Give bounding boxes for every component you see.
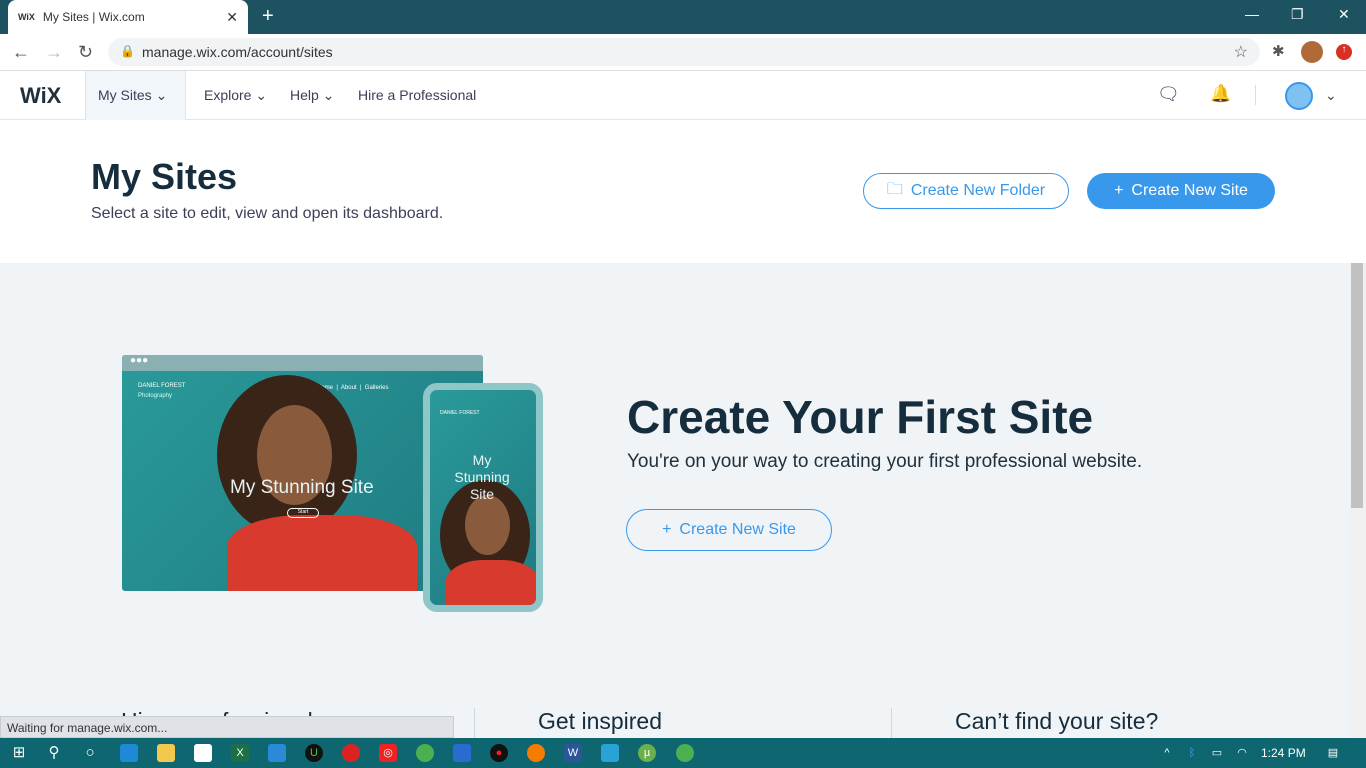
plus-icon: + bbox=[662, 521, 672, 538]
button-label: Create New Site bbox=[1131, 182, 1248, 199]
plus-icon: + bbox=[1114, 182, 1124, 199]
restore-icon[interactable]: ❐ bbox=[1291, 6, 1304, 23]
windows-start-icon[interactable]: ⊞ bbox=[10, 744, 28, 762]
reload-icon[interactable]: ↻ bbox=[78, 42, 93, 63]
wix-logo[interactable]: WiX bbox=[20, 83, 61, 109]
battery-icon[interactable]: ▭ bbox=[1208, 744, 1226, 762]
tray-chevron-icon[interactable]: ^ bbox=[1158, 744, 1176, 762]
lock-icon: 🔒 bbox=[120, 44, 135, 58]
close-window-icon[interactable]: ✕ bbox=[1338, 6, 1350, 23]
new-tab-icon[interactable]: + bbox=[262, 5, 274, 28]
scrollbar[interactable] bbox=[1349, 263, 1366, 738]
firefox-icon[interactable] bbox=[527, 744, 545, 762]
nav-label: My Sites bbox=[98, 87, 152, 103]
nav-help[interactable]: Help ⌄ bbox=[290, 87, 334, 104]
nav-explore[interactable]: Explore ⌄ bbox=[204, 87, 267, 104]
browser-tab-strip: WiX My Sites | Wix.com ✕ + — ❐ ✕ bbox=[0, 0, 1366, 34]
bell-icon[interactable]: 🔔 bbox=[1210, 84, 1231, 104]
browser-tab[interactable]: WiX My Sites | Wix.com ✕ bbox=[8, 0, 248, 34]
recorder-icon[interactable]: ● bbox=[490, 744, 508, 762]
create-folder-button[interactable]: 🗀 Create New Folder bbox=[863, 173, 1069, 209]
chrome-active-icon[interactable] bbox=[676, 744, 694, 762]
scrollbar-thumb[interactable] bbox=[1351, 263, 1363, 508]
utorrent-icon[interactable]: µ bbox=[638, 744, 656, 762]
red-jacket bbox=[227, 515, 417, 591]
address-bar-row: ← → ↻ 🔒 manage.wix.com/account/sites ☆ ✱… bbox=[0, 34, 1366, 71]
button-label: Create New Folder bbox=[910, 182, 1046, 199]
back-icon[interactable]: ← bbox=[12, 42, 30, 63]
page-subtitle: Select a site to edit, view and open its… bbox=[91, 205, 444, 222]
browser-status-bubble: Waiting for manage.wix.com... bbox=[0, 716, 454, 738]
wix-favicon: WiX bbox=[18, 12, 35, 22]
opera-icon[interactable] bbox=[342, 744, 360, 762]
hero-title: Create Your First Site bbox=[627, 391, 1094, 443]
clock[interactable]: 1:24 PM bbox=[1261, 746, 1306, 760]
divider bbox=[474, 708, 475, 738]
nav-my-sites[interactable]: My Sites ⌄ bbox=[85, 71, 186, 120]
divider bbox=[1255, 85, 1256, 105]
excel-icon[interactable]: X bbox=[231, 744, 249, 762]
create-site-button[interactable]: + Create New Site bbox=[1087, 173, 1275, 209]
minimize-icon[interactable]: — bbox=[1245, 6, 1259, 22]
nav-label: Explore bbox=[204, 87, 252, 103]
tab-title: My Sites | Wix.com bbox=[42, 10, 145, 24]
edge-icon[interactable] bbox=[120, 744, 138, 762]
target-icon[interactable]: ◎ bbox=[379, 744, 397, 762]
windows-taskbar: ⊞ ⚲ ○ X U ◎ ● W µ ^ ᛒ ▭ ◠ 1:24 PM ▤ bbox=[0, 738, 1366, 768]
search-icon[interactable]: ⚲ bbox=[45, 744, 63, 762]
forward-icon[interactable]: → bbox=[45, 42, 63, 63]
phone-site-mockup: DANIEL FOREST My Stunning Site bbox=[423, 383, 543, 612]
red-jacket bbox=[445, 560, 536, 605]
page-title: My Sites bbox=[91, 156, 238, 197]
mock-brand: DANIEL FOREST bbox=[138, 383, 186, 389]
hero-subtitle: You're on your way to creating your firs… bbox=[627, 451, 1143, 472]
mock-brand-sub: Photography bbox=[138, 393, 173, 399]
nav-label: Help bbox=[290, 87, 319, 103]
folder-plus-icon: 🗀 bbox=[886, 180, 903, 198]
app-icon[interactable] bbox=[601, 744, 619, 762]
file-explorer-icon[interactable] bbox=[157, 744, 175, 762]
url-text: manage.wix.com/account/sites bbox=[142, 44, 333, 60]
cortana-icon[interactable]: ○ bbox=[81, 744, 99, 762]
mock-cta: Start bbox=[287, 508, 319, 518]
profile-avatar[interactable] bbox=[1301, 41, 1323, 63]
wix-top-nav: WiX My Sites ⌄ Explore ⌄ Help ⌄ Hire a P… bbox=[0, 71, 1366, 120]
mock-site-name: My Stunning Site bbox=[230, 477, 374, 498]
face bbox=[465, 495, 510, 555]
user-avatar[interactable] bbox=[1285, 82, 1313, 110]
mock-phone-site-name: My Stunning Site bbox=[454, 452, 510, 502]
update-icon[interactable]: ↑ bbox=[1336, 44, 1352, 60]
keyboard-icon[interactable] bbox=[453, 744, 471, 762]
mail-icon[interactable] bbox=[268, 744, 286, 762]
notifications-icon[interactable]: ▤ bbox=[1324, 744, 1342, 762]
extensions-icon[interactable]: ✱ bbox=[1272, 42, 1285, 60]
bluetooth-icon[interactable]: ᛒ bbox=[1183, 744, 1201, 762]
url-input[interactable]: 🔒 manage.wix.com/account/sites ☆ bbox=[108, 38, 1260, 66]
wifi-icon[interactable]: ◠ bbox=[1233, 744, 1251, 762]
nav-hire-professional[interactable]: Hire a Professional bbox=[358, 87, 476, 103]
hero-create-site-button[interactable]: + Create New Site bbox=[626, 509, 832, 551]
word-icon[interactable]: W bbox=[564, 744, 582, 762]
button-label: Create New Site bbox=[679, 521, 796, 538]
window-dots: ●●● bbox=[122, 355, 483, 371]
store-icon[interactable] bbox=[194, 744, 212, 762]
mock-brand: DANIEL FOREST bbox=[440, 410, 480, 416]
bookmark-star-icon[interactable]: ☆ bbox=[1234, 42, 1248, 62]
section-cant-find-site: Can’t find your site? bbox=[955, 708, 1159, 734]
page-header: My Sites Select a site to edit, view and… bbox=[0, 120, 1366, 263]
upwork-icon[interactable]: U bbox=[305, 744, 323, 762]
chevron-down-icon[interactable]: ⌄ bbox=[1325, 87, 1337, 104]
divider bbox=[891, 708, 892, 738]
chrome-icon[interactable] bbox=[416, 744, 434, 762]
section-get-inspired: Get inspired bbox=[538, 708, 663, 734]
chat-icon[interactable]: 🗨 bbox=[1157, 84, 1180, 105]
close-tab-icon[interactable]: ✕ bbox=[226, 9, 238, 26]
